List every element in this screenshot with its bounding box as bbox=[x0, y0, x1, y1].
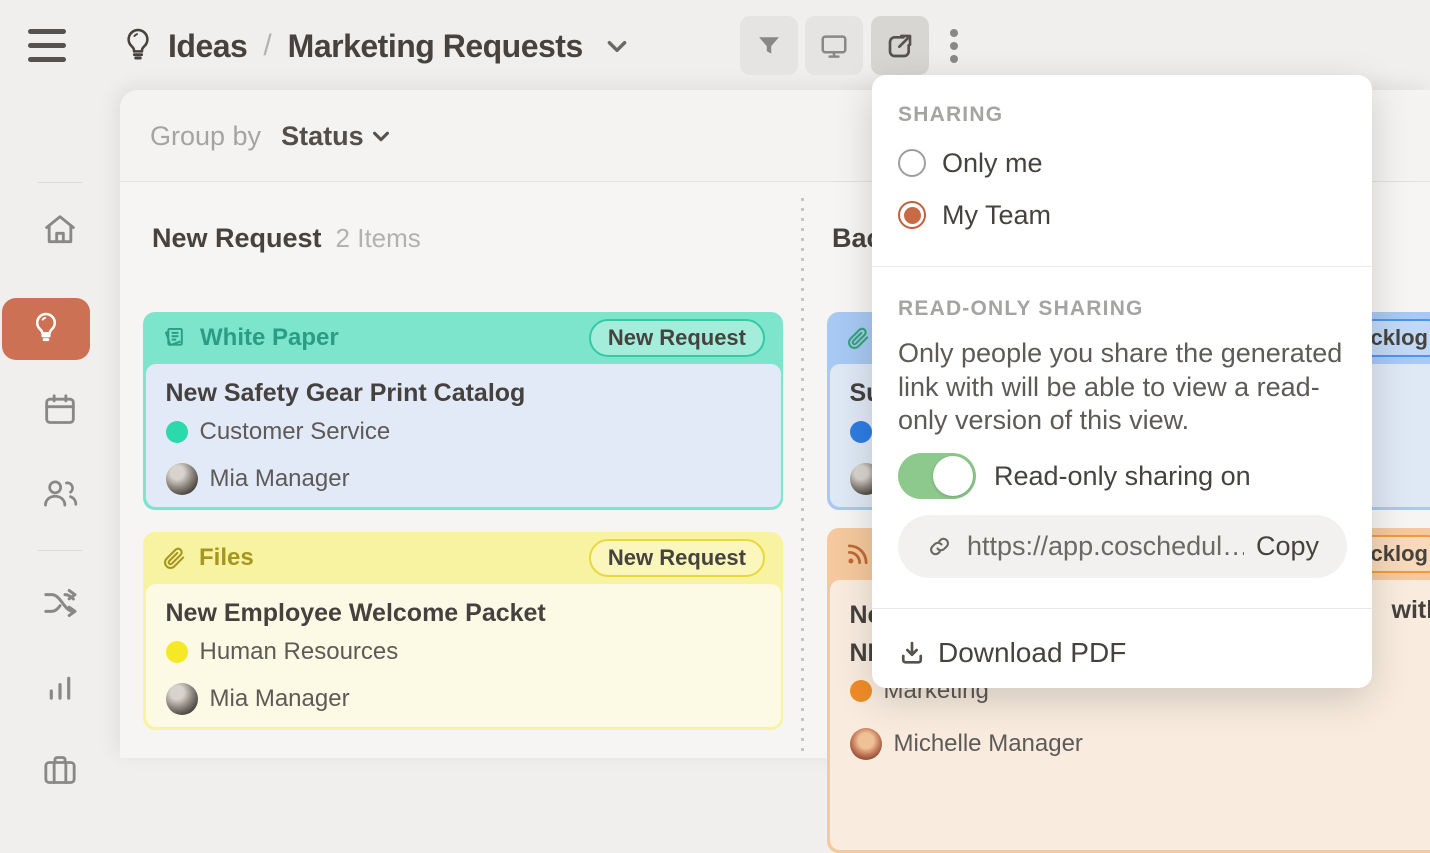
toggle-label: Read-only sharing on bbox=[994, 461, 1251, 492]
home-icon bbox=[40, 210, 80, 250]
group-by-value: Status bbox=[281, 121, 364, 152]
sharing-section-label: SHARING bbox=[898, 103, 1003, 127]
share-button[interactable] bbox=[871, 16, 929, 75]
sharing-option-my-team[interactable]: My Team bbox=[898, 195, 1051, 235]
readonly-description: Only people you share the generated link… bbox=[898, 337, 1354, 438]
avatar bbox=[850, 728, 882, 760]
status-badge: New Request bbox=[589, 539, 765, 577]
radio-label: My Team bbox=[942, 200, 1051, 231]
paperclip-icon bbox=[161, 545, 187, 571]
column-count: 2 Items bbox=[336, 223, 421, 253]
chevron-down-icon bbox=[370, 125, 392, 147]
group-by-label: Group by bbox=[150, 121, 261, 152]
category-dot bbox=[166, 641, 188, 663]
monitor-icon bbox=[819, 31, 849, 61]
rss-icon bbox=[845, 541, 871, 567]
popover-divider bbox=[872, 608, 1372, 609]
sidebar-item-home[interactable] bbox=[0, 210, 120, 250]
avatar bbox=[166, 683, 198, 715]
sharing-option-only-me[interactable]: Only me bbox=[898, 143, 1043, 183]
toggle-knob bbox=[933, 456, 973, 496]
column-header-new-request: New Request2 Items bbox=[152, 223, 421, 254]
card-title: New Employee Welcome Packet bbox=[166, 598, 761, 628]
radio-unselected-icon[interactable] bbox=[898, 149, 926, 177]
assignee-label: Mia Manager bbox=[210, 465, 350, 493]
readonly-section-label: READ-ONLY SHARING bbox=[898, 297, 1144, 321]
breadcrumb-page[interactable]: Marketing Requests bbox=[288, 28, 583, 65]
more-options-button[interactable] bbox=[932, 16, 976, 75]
filter-button[interactable] bbox=[740, 16, 798, 75]
kebab-menu-icon bbox=[948, 26, 960, 66]
breadcrumb-section[interactable]: Ideas bbox=[168, 28, 247, 65]
readonly-toggle-row: Read-only sharing on bbox=[898, 453, 1251, 499]
sidebar bbox=[0, 90, 120, 758]
sidebar-item-team[interactable] bbox=[0, 473, 120, 513]
card-type-label: Files bbox=[199, 544, 254, 572]
card-type-label: White Paper bbox=[200, 324, 339, 352]
card-new-employee-welcome-packet[interactable]: Files New Request New Employee Welcome P… bbox=[143, 532, 783, 730]
status-badge: New Request bbox=[589, 319, 765, 357]
card-new-safety-gear-print-catalog[interactable]: White Paper New Request New Safety Gear … bbox=[143, 312, 783, 510]
sidebar-item-calendar[interactable] bbox=[0, 390, 120, 430]
category-dot bbox=[850, 680, 872, 702]
card-header: Files New Request bbox=[143, 532, 783, 584]
link-icon bbox=[926, 533, 953, 560]
group-by-dropdown[interactable]: Status bbox=[281, 121, 392, 152]
share-icon bbox=[884, 30, 916, 62]
category-label: Human Resources bbox=[200, 638, 399, 666]
paperclip-icon bbox=[845, 325, 871, 351]
sidebar-item-projects[interactable] bbox=[0, 750, 120, 790]
filter-icon bbox=[755, 32, 783, 60]
sidebar-item-shuffle[interactable] bbox=[0, 583, 120, 623]
sidebar-item-analytics[interactable] bbox=[0, 668, 120, 706]
download-label: Download PDF bbox=[938, 637, 1126, 669]
avatar bbox=[166, 463, 198, 495]
download-pdf-button[interactable]: Download PDF bbox=[898, 631, 1126, 675]
assignee-label: Mia Manager bbox=[210, 685, 350, 713]
briefcase-icon bbox=[40, 750, 80, 790]
radio-label: Only me bbox=[942, 148, 1043, 179]
category-dot bbox=[850, 421, 872, 443]
category-label: Customer Service bbox=[200, 418, 391, 446]
share-link-pill[interactable]: https://app.coschedul… Copy bbox=[898, 515, 1347, 578]
card-title: New Safety Gear Print Catalog bbox=[166, 378, 761, 408]
assignee-label: Michelle Manager bbox=[894, 730, 1083, 758]
calendar-icon bbox=[40, 390, 80, 430]
card-title-fragment-end: with bbox=[1392, 596, 1430, 625]
radio-selected-icon[interactable] bbox=[898, 201, 926, 229]
shuffle-icon bbox=[40, 583, 80, 623]
chevron-down-icon[interactable] bbox=[603, 33, 631, 59]
breadcrumb[interactable]: Ideas / Marketing Requests bbox=[122, 24, 631, 68]
copy-button[interactable]: Copy bbox=[1256, 531, 1319, 562]
sidebar-divider bbox=[38, 182, 82, 183]
popover-divider bbox=[872, 266, 1372, 267]
column-divider bbox=[801, 198, 804, 758]
menu-icon[interactable] bbox=[28, 29, 66, 62]
document-stack-icon bbox=[161, 325, 188, 352]
toggle-on-switch[interactable] bbox=[898, 453, 976, 499]
category-dot bbox=[166, 421, 188, 443]
lightbulb-icon bbox=[122, 26, 154, 66]
card-body: New Safety Gear Print Catalog Customer S… bbox=[146, 364, 781, 507]
card-body: New Employee Welcome Packet Human Resour… bbox=[146, 584, 781, 727]
present-button[interactable] bbox=[805, 16, 863, 75]
share-popover: SHARING Only me My Team READ-ONLY SHARIN… bbox=[872, 75, 1372, 688]
card-header: White Paper New Request bbox=[143, 312, 783, 364]
lightbulb-icon bbox=[31, 310, 61, 348]
breadcrumb-separator: / bbox=[261, 29, 273, 63]
sidebar-item-ideas-active[interactable] bbox=[2, 298, 90, 360]
download-icon bbox=[898, 639, 926, 667]
sidebar-divider bbox=[38, 550, 82, 551]
share-link-url: https://app.coschedul… bbox=[967, 531, 1244, 562]
bar-chart-icon bbox=[41, 668, 79, 706]
people-icon bbox=[39, 473, 81, 513]
